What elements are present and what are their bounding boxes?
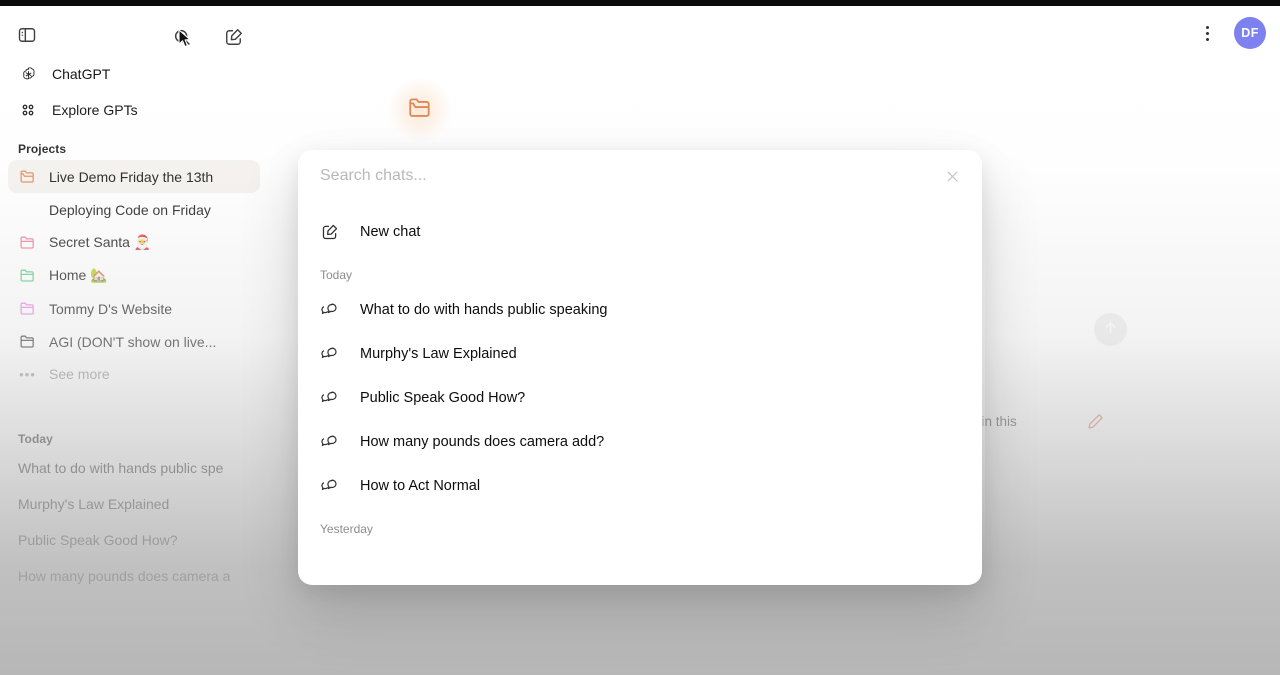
sidebar-item-explore-gpts[interactable]: Explore GPTs [8, 92, 260, 128]
chat-bubbles-icon [320, 389, 340, 407]
window-top-edge [0, 0, 1280, 6]
more-options-button[interactable] [1194, 18, 1220, 48]
modal-result-row[interactable]: How to Act Normal [298, 464, 982, 508]
header-actions-group [165, 20, 251, 54]
folder-icon [18, 266, 37, 285]
sidebar-item-label: Explore GPTs [52, 102, 138, 118]
modal-result-label: Public Speak Good How? [360, 390, 526, 406]
sidebar-project-label: Secret Santa 🎅 [49, 234, 152, 250]
project-hero-icon [388, 78, 452, 142]
sidebar-project-deploying-code[interactable]: Deploying Code on Friday [8, 193, 260, 226]
sidebar-panel-icon [17, 25, 37, 45]
send-message-button[interactable] [1094, 313, 1127, 346]
folder-open-icon [407, 95, 433, 126]
chat-bubbles-icon [320, 301, 340, 319]
close-icon[interactable] [940, 164, 964, 188]
sidebar-chat-item[interactable]: What to do with hands public spe [8, 450, 260, 486]
search-chats-modal: New chat Today What to do with hands pub… [298, 150, 982, 585]
sidebar-project-label: Tommy D's Website [49, 300, 172, 317]
search-icon [172, 27, 192, 47]
sidebar-chat-label: Murphy's Law Explained [18, 496, 170, 512]
compose-icon [224, 27, 244, 47]
modal-result-label: How many pounds does camera add? [360, 434, 605, 450]
search-results-list: New chat Today What to do with hands pub… [298, 202, 982, 585]
sidebar-chat-item[interactable]: Public Speak Good How? [8, 522, 260, 558]
search-chats-button[interactable] [165, 20, 199, 54]
sidebar-chat-label: Public Speak Good How? [18, 532, 178, 548]
new-chat-button[interactable] [217, 20, 251, 54]
modal-new-chat-label: New chat [360, 224, 421, 240]
chatgpt-logo-icon [18, 66, 38, 83]
modal-result-label: Murphy's Law Explained [360, 346, 517, 362]
edit-instructions-icon[interactable] [1086, 412, 1105, 436]
sidebar-item-label: ChatGPT [52, 66, 111, 82]
ellipsis-icon: ••• [19, 366, 36, 382]
compose-icon [320, 223, 340, 241]
sidebar-item-chatgpt[interactable]: ChatGPT [8, 56, 260, 92]
modal-group-heading-today: Today [320, 268, 353, 282]
sidebar-project-label: Deploying Code on Friday [49, 201, 211, 218]
chat-bubbles-icon [320, 433, 340, 451]
sidebar-chat-item[interactable]: How many pounds does camera a [8, 558, 260, 594]
sidebar-project-home[interactable]: Home 🏡 [8, 259, 260, 292]
chat-bubbles-icon [320, 345, 340, 363]
see-more-projects-button[interactable]: ••• See more [8, 358, 260, 390]
folder-open-icon [18, 167, 37, 186]
modal-result-row[interactable]: Public Speak Good How? [298, 376, 982, 420]
modal-result-row[interactable]: How many pounds does camera add? [298, 420, 982, 464]
panel-edge-highlight [982, 190, 985, 570]
sidebar-toggle-button[interactable] [10, 18, 44, 52]
avatar[interactable]: DF [1234, 17, 1266, 49]
sidebar-chat-label: What to do with hands public spe [18, 460, 224, 476]
sidebar: ChatGPT Explore GPTs Projects Live Demo … [0, 56, 268, 675]
app-root: DF ChatGPT Explore GPTs Projects Live De… [0, 0, 1280, 675]
sidebar-project-secret-santa[interactable]: Secret Santa 🎅 [8, 226, 260, 259]
header-right-group: DF [1194, 17, 1266, 49]
kebab-dot [1205, 31, 1209, 35]
sidebar-project-label: Live Demo Friday the 13th [49, 168, 214, 185]
modal-search-bar [298, 150, 982, 202]
folder-icon [18, 299, 37, 318]
modal-result-row[interactable]: Murphy's Law Explained [298, 332, 982, 376]
see-more-label: See more [49, 366, 110, 382]
sidebar-project-tommy-d-website[interactable]: Tommy D's Website [8, 292, 260, 325]
modal-result-label: What to do with hands public speaking [360, 302, 608, 318]
modal-result-row[interactable]: What to do with hands public speaking [298, 288, 982, 332]
arrow-up-icon [1102, 319, 1119, 341]
folder-icon [18, 233, 37, 252]
app-header: DF [0, 6, 1280, 62]
sidebar-project-label: Home 🏡 [49, 267, 108, 283]
header-left-group [10, 18, 44, 52]
modal-new-chat-item[interactable]: New chat [298, 210, 982, 254]
kebab-dot [1205, 25, 1209, 29]
sidebar-chat-label: How many pounds does camera a [18, 568, 231, 584]
folder-icon [18, 332, 37, 351]
search-input[interactable] [320, 167, 960, 185]
sidebar-project-agi[interactable]: AGI (DON'T show on live... [8, 325, 260, 358]
chat-bubbles-icon [320, 477, 340, 495]
sidebar-project-live-demo[interactable]: Live Demo Friday the 13th [8, 160, 260, 193]
projects-heading: Projects [18, 142, 67, 156]
sidebar-chat-item[interactable]: Murphy's Law Explained [8, 486, 260, 522]
modal-result-label: How to Act Normal [360, 478, 481, 494]
modal-group-heading-yesterday: Yesterday [320, 522, 373, 536]
sidebar-project-label: AGI (DON'T show on live... [49, 333, 217, 350]
sidebar-today-heading: Today [18, 432, 53, 446]
kebab-dot [1205, 37, 1209, 41]
grid-apps-icon [18, 102, 38, 118]
